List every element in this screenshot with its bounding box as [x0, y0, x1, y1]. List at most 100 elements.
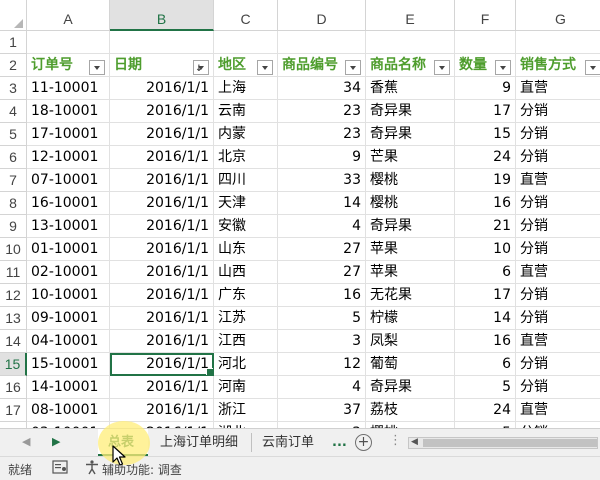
cell-sales-mode[interactable]: 分销 — [516, 353, 600, 376]
select-all-corner[interactable] — [0, 0, 27, 31]
cell-product-code[interactable]: 5 — [278, 307, 366, 330]
cell-product-code[interactable]: 14 — [278, 192, 366, 215]
row-header[interactable]: 15 — [0, 353, 27, 376]
accessibility-icon[interactable] — [84, 459, 100, 478]
cell-product-code[interactable]: 33 — [278, 169, 366, 192]
cell-product-code[interactable]: 16 — [278, 284, 366, 307]
cell-sales-mode[interactable]: 分销 — [516, 238, 600, 261]
scrollbar-thumb[interactable] — [423, 439, 597, 447]
cell[interactable] — [110, 31, 214, 54]
column-header-g[interactable]: G — [516, 0, 600, 31]
cell-sales-mode[interactable]: 分销 — [516, 123, 600, 146]
cell-quantity[interactable]: 16 — [455, 330, 516, 353]
cell-product-name[interactable]: 苹果 — [366, 238, 455, 261]
column-header-b[interactable]: B — [110, 0, 214, 31]
cell-quantity[interactable]: 6 — [455, 353, 516, 376]
cell-date[interactable]: 2016/1/1 — [110, 192, 214, 215]
cell-region[interactable]: 广东 — [214, 284, 278, 307]
cell-sales-mode[interactable]: 分销 — [516, 146, 600, 169]
row-header[interactable]: 9 — [0, 215, 27, 238]
tab-shanghai-orders[interactable]: 上海订单明细 — [150, 429, 250, 456]
cell-product-name[interactable]: 凤梨 — [366, 330, 455, 353]
filter-dropdown-icon[interactable] — [585, 60, 600, 75]
cell-date[interactable]: 2016/1/1 — [110, 399, 214, 422]
cell-order-id[interactable]: 13-10001 — [27, 215, 110, 238]
cell-sales-mode[interactable]: 直营 — [516, 330, 600, 353]
cell-product-code[interactable]: 12 — [278, 353, 366, 376]
cell-product-name[interactable]: 葡萄 — [366, 353, 455, 376]
cell-quantity[interactable]: 24 — [455, 146, 516, 169]
row-header[interactable]: 10 — [0, 238, 27, 261]
header-cell-product-name[interactable]: 商品名称 — [366, 54, 455, 77]
cell-product-name[interactable]: 荔枝 — [366, 399, 455, 422]
row-header[interactable]: 4 — [0, 100, 27, 123]
cell-date[interactable]: 2016/1/1 — [110, 261, 214, 284]
cell-region[interactable]: 山东 — [214, 238, 278, 261]
cell-quantity[interactable]: 5 — [455, 376, 516, 399]
cell-sales-mode[interactable]: 直营 — [516, 169, 600, 192]
cell-order-id[interactable]: 10-10001 — [27, 284, 110, 307]
cell-date[interactable]: 2016/1/1 — [110, 376, 214, 399]
row-header[interactable]: 13 — [0, 307, 27, 330]
cell-region[interactable]: 内蒙 — [214, 123, 278, 146]
cell-product-code[interactable]: 4 — [278, 215, 366, 238]
cell-product-name[interactable]: 无花果 — [366, 284, 455, 307]
cell-sales-mode[interactable]: 分销 — [516, 100, 600, 123]
cell-quantity[interactable]: 17 — [455, 100, 516, 123]
cell-order-id[interactable]: 17-10001 — [27, 123, 110, 146]
row-header[interactable]: 5 — [0, 123, 27, 146]
tab-split-handle-icon[interactable]: ⋮ — [389, 433, 402, 448]
cell-date[interactable]: 2016/1/1 — [110, 284, 214, 307]
cell-product-name[interactable]: 柠檬 — [366, 307, 455, 330]
cell-product-name[interactable]: 香蕉 — [366, 77, 455, 100]
filter-dropdown-icon[interactable] — [434, 60, 450, 75]
cell-region[interactable]: 安徽 — [214, 215, 278, 238]
cell[interactable] — [278, 31, 366, 54]
cell-product-name[interactable]: 奇异果 — [366, 123, 455, 146]
cell-product-name[interactable]: 奇异果 — [366, 376, 455, 399]
cell-sales-mode[interactable]: 直营 — [516, 261, 600, 284]
cell-order-id[interactable]: 01-10001 — [27, 238, 110, 261]
header-cell-sales-mode[interactable]: 销售方式 — [516, 54, 600, 77]
row-header[interactable]: 16 — [0, 376, 27, 399]
cell-date[interactable]: 2016/1/1 — [110, 353, 214, 376]
spreadsheet-grid[interactable]: ABCDEFG 12订单号日期地区商品编号商品名称数量销售方式311-10001… — [0, 0, 600, 428]
column-header-d[interactable]: D — [278, 0, 366, 31]
cell-region[interactable]: 河北 — [214, 353, 278, 376]
scroll-left-arrow-icon[interactable]: ◀ — [411, 437, 418, 447]
header-cell-order-id[interactable]: 订单号 — [27, 54, 110, 77]
row-header[interactable]: 2 — [0, 54, 27, 77]
cell-date[interactable]: 2016/1/1 — [110, 146, 214, 169]
cell-region[interactable]: 四川 — [214, 169, 278, 192]
cell[interactable] — [214, 31, 278, 54]
filter-dropdown-icon[interactable] — [345, 60, 361, 75]
cell-product-code[interactable]: 4 — [278, 376, 366, 399]
cell-region[interactable]: 上海 — [214, 77, 278, 100]
cell-sales-mode[interactable]: 直营 — [516, 399, 600, 422]
more-tabs-button[interactable]: ... — [322, 429, 350, 456]
cell-order-id[interactable]: 04-10001 — [27, 330, 110, 353]
cell-date[interactable]: 2016/1/1 — [110, 100, 214, 123]
cell-product-code[interactable]: 27 — [278, 261, 366, 284]
cell-sales-mode[interactable]: 分销 — [516, 307, 600, 330]
cell-order-id[interactable]: 18-10001 — [27, 100, 110, 123]
cell-product-code[interactable]: 3 — [278, 330, 366, 353]
filter-dropdown-icon[interactable] — [495, 60, 511, 75]
cell-product-name[interactable]: 芒果 — [366, 146, 455, 169]
row-header[interactable]: 14 — [0, 330, 27, 353]
cell-region[interactable]: 江西 — [214, 330, 278, 353]
header-cell-quantity[interactable]: 数量 — [455, 54, 516, 77]
cell-sales-mode[interactable]: 分销 — [516, 376, 600, 399]
tab-yunnan-orders[interactable]: 云南订单明 — [252, 429, 330, 456]
cell-region[interactable]: 江苏 — [214, 307, 278, 330]
header-cell-region[interactable]: 地区 — [214, 54, 278, 77]
tab-scroll-left-icon[interactable]: ◀ — [22, 435, 30, 448]
cell-product-name[interactable]: 樱桃 — [366, 169, 455, 192]
cell-quantity[interactable]: 16 — [455, 192, 516, 215]
cell-date[interactable]: 2016/1/1 — [110, 169, 214, 192]
cell-date[interactable]: 2016/1/1 — [110, 77, 214, 100]
cell-sales-mode[interactable]: 直营 — [516, 77, 600, 100]
row-header[interactable]: 11 — [0, 261, 27, 284]
cell-order-id[interactable]: 16-10001 — [27, 192, 110, 215]
cell-quantity[interactable]: 19 — [455, 169, 516, 192]
